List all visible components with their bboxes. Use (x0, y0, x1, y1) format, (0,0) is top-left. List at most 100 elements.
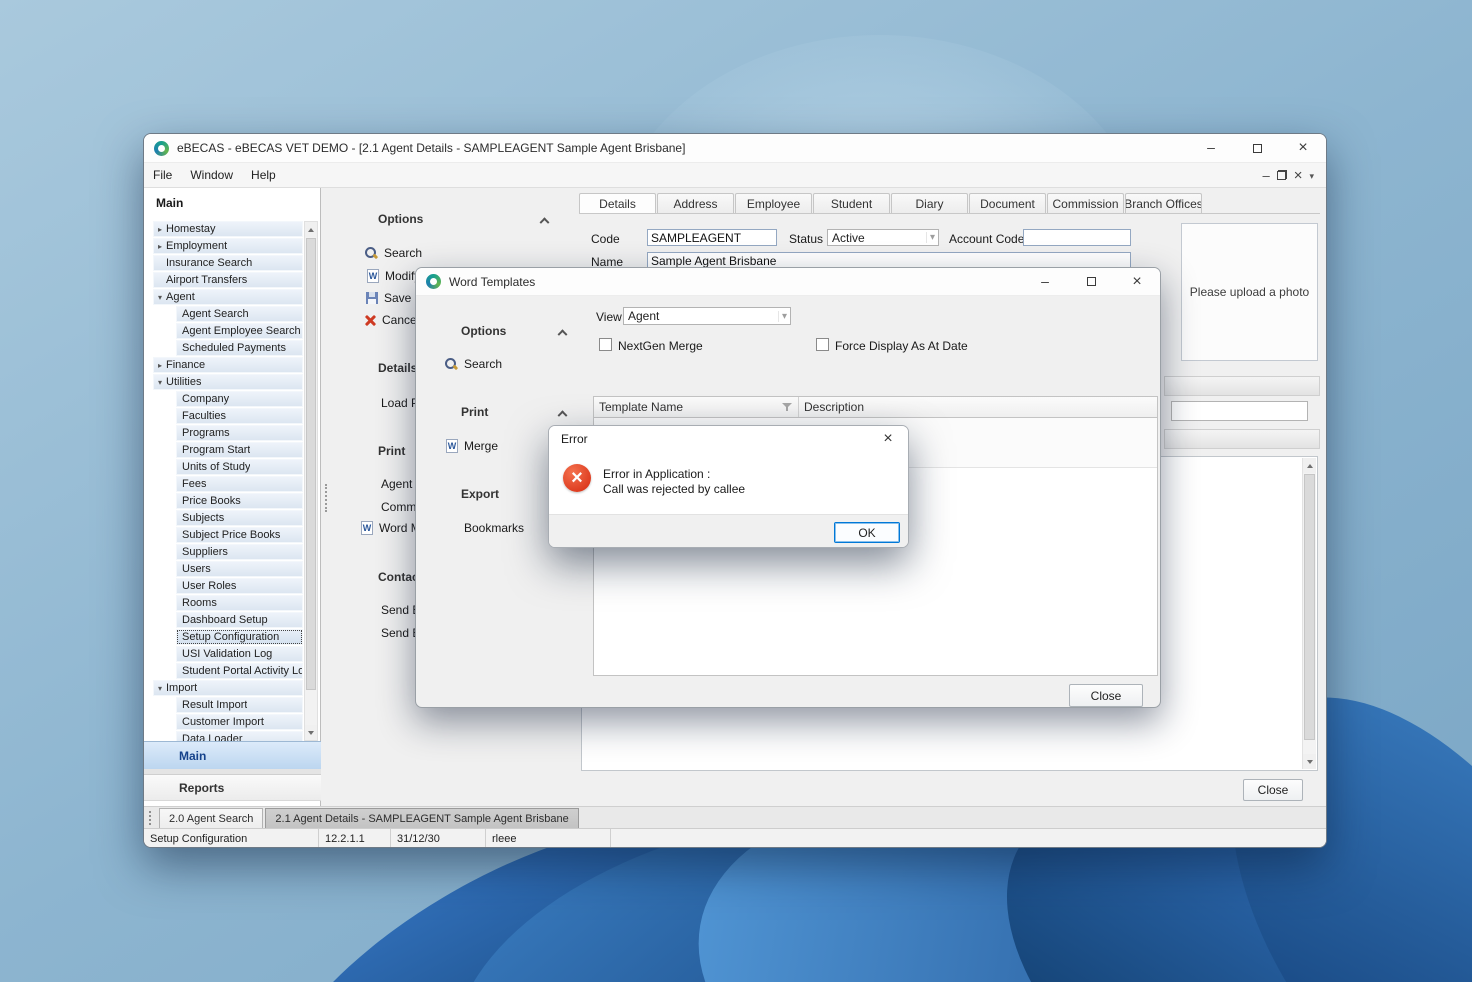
tree-item[interactable]: Subject Price Books (176, 527, 303, 543)
tree-item[interactable]: Units of Study (176, 459, 303, 475)
mdi-minimize-button[interactable] (1262, 168, 1269, 183)
error-dialog-titlebar[interactable]: Error (549, 426, 908, 451)
error-close-button[interactable] (868, 426, 908, 451)
tree-item[interactable]: Setup Configuration (176, 629, 303, 645)
options-section-header[interactable]: Options (378, 211, 548, 227)
dialog-minimize-button[interactable] (1022, 268, 1068, 295)
collapse-chevron-icon[interactable] (540, 217, 550, 227)
tree-item[interactable]: Rooms (176, 595, 303, 611)
tab-bar-grip[interactable] (149, 811, 155, 825)
mdi-tab[interactable]: 2.0 Agent Search (159, 808, 263, 828)
close-button[interactable] (1280, 134, 1326, 162)
collapse-chevron-icon[interactable] (558, 329, 568, 339)
mdi-close-button[interactable] (1294, 167, 1303, 184)
dialog-maximize-button[interactable] (1068, 268, 1114, 295)
menu-item[interactable]: Help (242, 163, 285, 187)
tree-item[interactable]: Price Books (176, 493, 303, 509)
menu-item[interactable]: File (144, 163, 181, 187)
tree-item[interactable]: Result Import (176, 697, 303, 713)
tree-item[interactable]: Subjects (176, 510, 303, 526)
close-panel-button[interactable]: Close (1243, 779, 1303, 801)
tree-expander-icon[interactable] (154, 242, 166, 251)
tree-item[interactable]: Suppliers (176, 544, 303, 560)
tree-item[interactable]: Agent Search (176, 306, 303, 322)
tree-item[interactable]: Programs (176, 425, 303, 441)
detail-tab[interactable]: Branch Offices (1125, 193, 1202, 214)
mdi-tab[interactable]: 2.1 Agent Details - SAMPLEAGENT Sample A… (265, 808, 578, 828)
save-action[interactable]: Save (366, 290, 411, 306)
splitter-grip[interactable] (325, 484, 330, 512)
scroll-up-button[interactable] (1303, 458, 1316, 473)
tree-item[interactable]: Utilities (153, 374, 303, 390)
wt-merge-action[interactable]: Merge (446, 438, 498, 454)
dialog-close-button[interactable] (1114, 268, 1160, 295)
column-template-name[interactable]: Template Name (594, 397, 799, 417)
tree-expander-icon[interactable] (154, 378, 166, 387)
column-description[interactable]: Description (799, 397, 1157, 417)
window-titlebar[interactable]: eBECAS - eBECAS VET DEMO - [2.1 Agent De… (144, 134, 1326, 163)
tree-expander-icon[interactable] (154, 361, 166, 370)
force-display-checkbox[interactable] (816, 338, 829, 351)
cancel-action[interactable]: Cancel (363, 312, 419, 328)
mdi-menu-dropdown-icon[interactable] (1309, 168, 1314, 182)
wt-options-section-header[interactable]: Options (461, 323, 566, 339)
wt-bookmarks-action[interactable]: Bookmarks (464, 520, 524, 536)
wt-search-action[interactable]: Search (444, 356, 502, 372)
ok-button[interactable]: OK (834, 522, 900, 543)
tree-expander-icon[interactable] (154, 293, 166, 302)
tree-item[interactable]: Faculties (176, 408, 303, 424)
scroll-up-button[interactable] (305, 222, 317, 237)
section-input[interactable] (1171, 401, 1308, 421)
sidebar-group-reports[interactable]: Reports (144, 774, 321, 801)
tree-item[interactable]: Data Loader (176, 731, 303, 741)
filter-icon[interactable] (782, 402, 793, 412)
tree-item[interactable]: Dashboard Setup (176, 612, 303, 628)
tree-item[interactable]: Scheduled Payments (176, 340, 303, 356)
sidebar-scrollbar[interactable] (304, 221, 318, 741)
detail-tab[interactable]: Details (579, 193, 656, 214)
tree-item[interactable]: Customer Import (176, 714, 303, 730)
tree-expander-icon[interactable] (154, 684, 166, 693)
word-merge-action[interactable]: Word M (361, 520, 421, 536)
mdi-restore-button[interactable] (1277, 170, 1287, 180)
wt-close-button[interactable]: Close (1069, 684, 1143, 707)
detail-tab[interactable]: Employee (735, 193, 812, 214)
minimize-button[interactable] (1188, 134, 1234, 162)
view-combobox[interactable]: Agent (623, 307, 791, 325)
tree-item[interactable]: Agent Employee Search (176, 323, 303, 339)
scrollbar-thumb[interactable] (306, 238, 316, 690)
photo-upload-box[interactable]: Please upload a photo (1181, 223, 1318, 361)
detail-tab[interactable]: Address (657, 193, 734, 214)
scroll-down-button[interactable] (305, 725, 317, 740)
dialog-titlebar[interactable]: Word Templates (416, 268, 1160, 296)
tree-item[interactable]: USI Validation Log (176, 646, 303, 662)
notes-scrollbar[interactable] (1302, 458, 1316, 769)
tree-item[interactable]: Homestay (153, 221, 303, 237)
search-action[interactable]: Search (364, 245, 422, 261)
tree-item[interactable]: Company (176, 391, 303, 407)
scroll-down-button[interactable] (1303, 754, 1316, 769)
scrollbar-thumb[interactable] (1304, 474, 1315, 740)
tree-item[interactable]: Airport Transfers (153, 272, 303, 288)
tree-item[interactable]: Student Portal Activity Lo (176, 663, 303, 679)
tree-expander-icon[interactable] (154, 225, 166, 234)
sidebar-group-main[interactable]: Main (144, 741, 321, 769)
maximize-button[interactable] (1234, 134, 1280, 162)
detail-tab[interactable]: Diary (891, 193, 968, 214)
detail-tab[interactable]: Student (813, 193, 890, 214)
collapse-chevron-icon[interactable] (558, 410, 568, 420)
detail-tab[interactable]: Document (969, 193, 1046, 214)
tree-item[interactable]: Agent (153, 289, 303, 305)
tree-item[interactable]: Employment (153, 238, 303, 254)
tree-item[interactable]: User Roles (176, 578, 303, 594)
tree-item[interactable]: Users (176, 561, 303, 577)
tree-item[interactable]: Insurance Search (153, 255, 303, 271)
tree-item[interactable]: Program Start (176, 442, 303, 458)
tree-item[interactable]: Fees (176, 476, 303, 492)
modify-action[interactable]: Modify (367, 268, 420, 284)
status-combobox[interactable]: Active (827, 229, 939, 246)
code-input[interactable] (647, 229, 777, 246)
tree-item[interactable]: Import (153, 680, 303, 696)
nextgen-merge-checkbox[interactable] (599, 338, 612, 351)
menu-item[interactable]: Window (181, 163, 242, 187)
